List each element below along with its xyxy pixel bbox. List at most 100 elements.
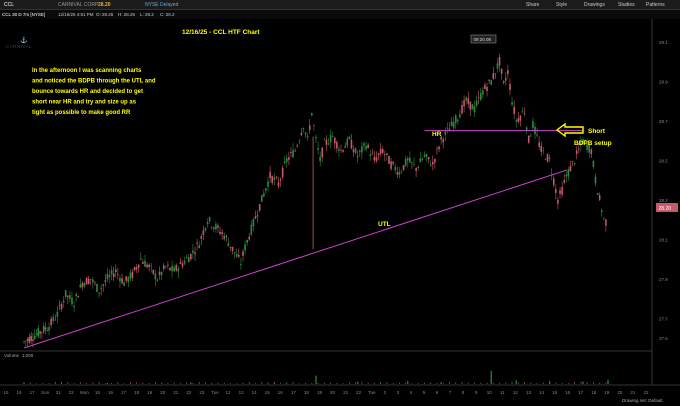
candle xyxy=(171,260,173,278)
candle xyxy=(563,173,565,185)
candle xyxy=(39,330,41,339)
candle xyxy=(46,327,49,332)
candle xyxy=(219,226,221,236)
volume-bar xyxy=(361,382,363,384)
volume-bar xyxy=(536,383,538,384)
candle xyxy=(573,162,576,166)
x-tick-label: 21 xyxy=(630,390,636,395)
candle xyxy=(206,218,209,228)
candle xyxy=(502,80,505,85)
volume-bar xyxy=(480,382,482,384)
candle xyxy=(411,161,413,169)
candle xyxy=(213,226,215,233)
candle xyxy=(258,204,261,212)
candle xyxy=(283,156,286,165)
candle xyxy=(398,167,401,179)
candle xyxy=(125,276,127,284)
candle xyxy=(473,101,476,117)
candle xyxy=(75,292,77,302)
volume-value: 1,000 xyxy=(22,353,34,358)
candle xyxy=(277,176,280,189)
candle-series xyxy=(23,53,607,348)
trendline-utl[interactable] xyxy=(23,169,567,349)
candle xyxy=(28,333,31,345)
candle xyxy=(331,131,334,138)
candle xyxy=(444,127,447,142)
volume-bar xyxy=(357,381,359,384)
volume-bar xyxy=(461,381,463,384)
short-arrow-icon xyxy=(555,122,584,138)
candle xyxy=(513,100,515,120)
candle xyxy=(175,263,178,273)
candle xyxy=(298,138,301,145)
candle xyxy=(296,143,299,148)
volume-bar xyxy=(605,382,607,384)
volume-bar xyxy=(561,383,563,384)
candle xyxy=(129,268,132,282)
volume-bar xyxy=(490,370,492,384)
candle xyxy=(54,314,57,321)
volume-bar xyxy=(411,383,413,384)
x-tick-label: 21 xyxy=(173,390,179,395)
candle xyxy=(140,252,142,261)
volume-bar xyxy=(248,382,250,384)
candle xyxy=(106,268,109,283)
candle xyxy=(69,290,71,303)
candle xyxy=(267,176,269,192)
candle xyxy=(119,274,121,289)
volume-bar xyxy=(23,381,25,384)
candle xyxy=(181,260,184,269)
candle xyxy=(479,88,482,102)
candle xyxy=(488,79,490,84)
x-tick-label: 22 xyxy=(356,390,362,395)
volume-bar xyxy=(467,382,469,384)
candle xyxy=(37,325,40,338)
candle xyxy=(275,175,278,180)
price-chart[interactable]: 29.1 28.9 28.7 28.5 28.3 28.1 27.9 27.7 27.6 15 1… xyxy=(0,0,680,406)
candle xyxy=(98,292,100,298)
volume-bar xyxy=(92,382,94,384)
x-tick-label: 15 xyxy=(95,390,101,395)
candle xyxy=(127,275,130,288)
x-tick-label: 17 xyxy=(291,390,297,395)
candle xyxy=(594,173,597,187)
volume-bar xyxy=(567,383,569,384)
candle xyxy=(148,263,150,272)
candle xyxy=(131,269,134,281)
candle xyxy=(575,146,578,160)
candle xyxy=(102,283,105,292)
candle xyxy=(404,155,407,167)
volume-bar xyxy=(242,382,244,384)
candle xyxy=(402,164,405,172)
volume-bar xyxy=(98,381,100,384)
y-tick-label: 28.3 xyxy=(659,198,668,203)
volume-bar xyxy=(505,382,507,384)
volume-bar xyxy=(136,382,138,384)
volume-bar xyxy=(54,381,56,384)
candle xyxy=(436,146,438,155)
x-tick-label: 15 xyxy=(552,390,558,395)
candle xyxy=(432,155,434,171)
candle xyxy=(50,315,52,329)
candle xyxy=(254,210,257,220)
y-tick-label: 28.5 xyxy=(659,158,668,163)
candle xyxy=(457,118,459,125)
volume-bar xyxy=(436,383,438,384)
x-tick-label: 23 xyxy=(199,390,205,395)
candle xyxy=(475,95,478,108)
volume-bar xyxy=(298,383,300,384)
x-tick-label: 9 xyxy=(475,390,478,395)
y-tick-label: 28.7 xyxy=(659,119,668,124)
candle xyxy=(384,150,386,162)
candle xyxy=(311,112,313,117)
volume-bar xyxy=(280,382,281,384)
candle xyxy=(256,210,259,223)
candle xyxy=(192,243,194,259)
chart-title: 12/16/25 - CCL HTF Chart xyxy=(182,29,260,36)
candle xyxy=(369,149,372,161)
candle xyxy=(67,295,69,305)
candle xyxy=(450,116,453,127)
candle xyxy=(121,273,123,285)
candle xyxy=(190,253,192,262)
candle xyxy=(471,103,474,110)
